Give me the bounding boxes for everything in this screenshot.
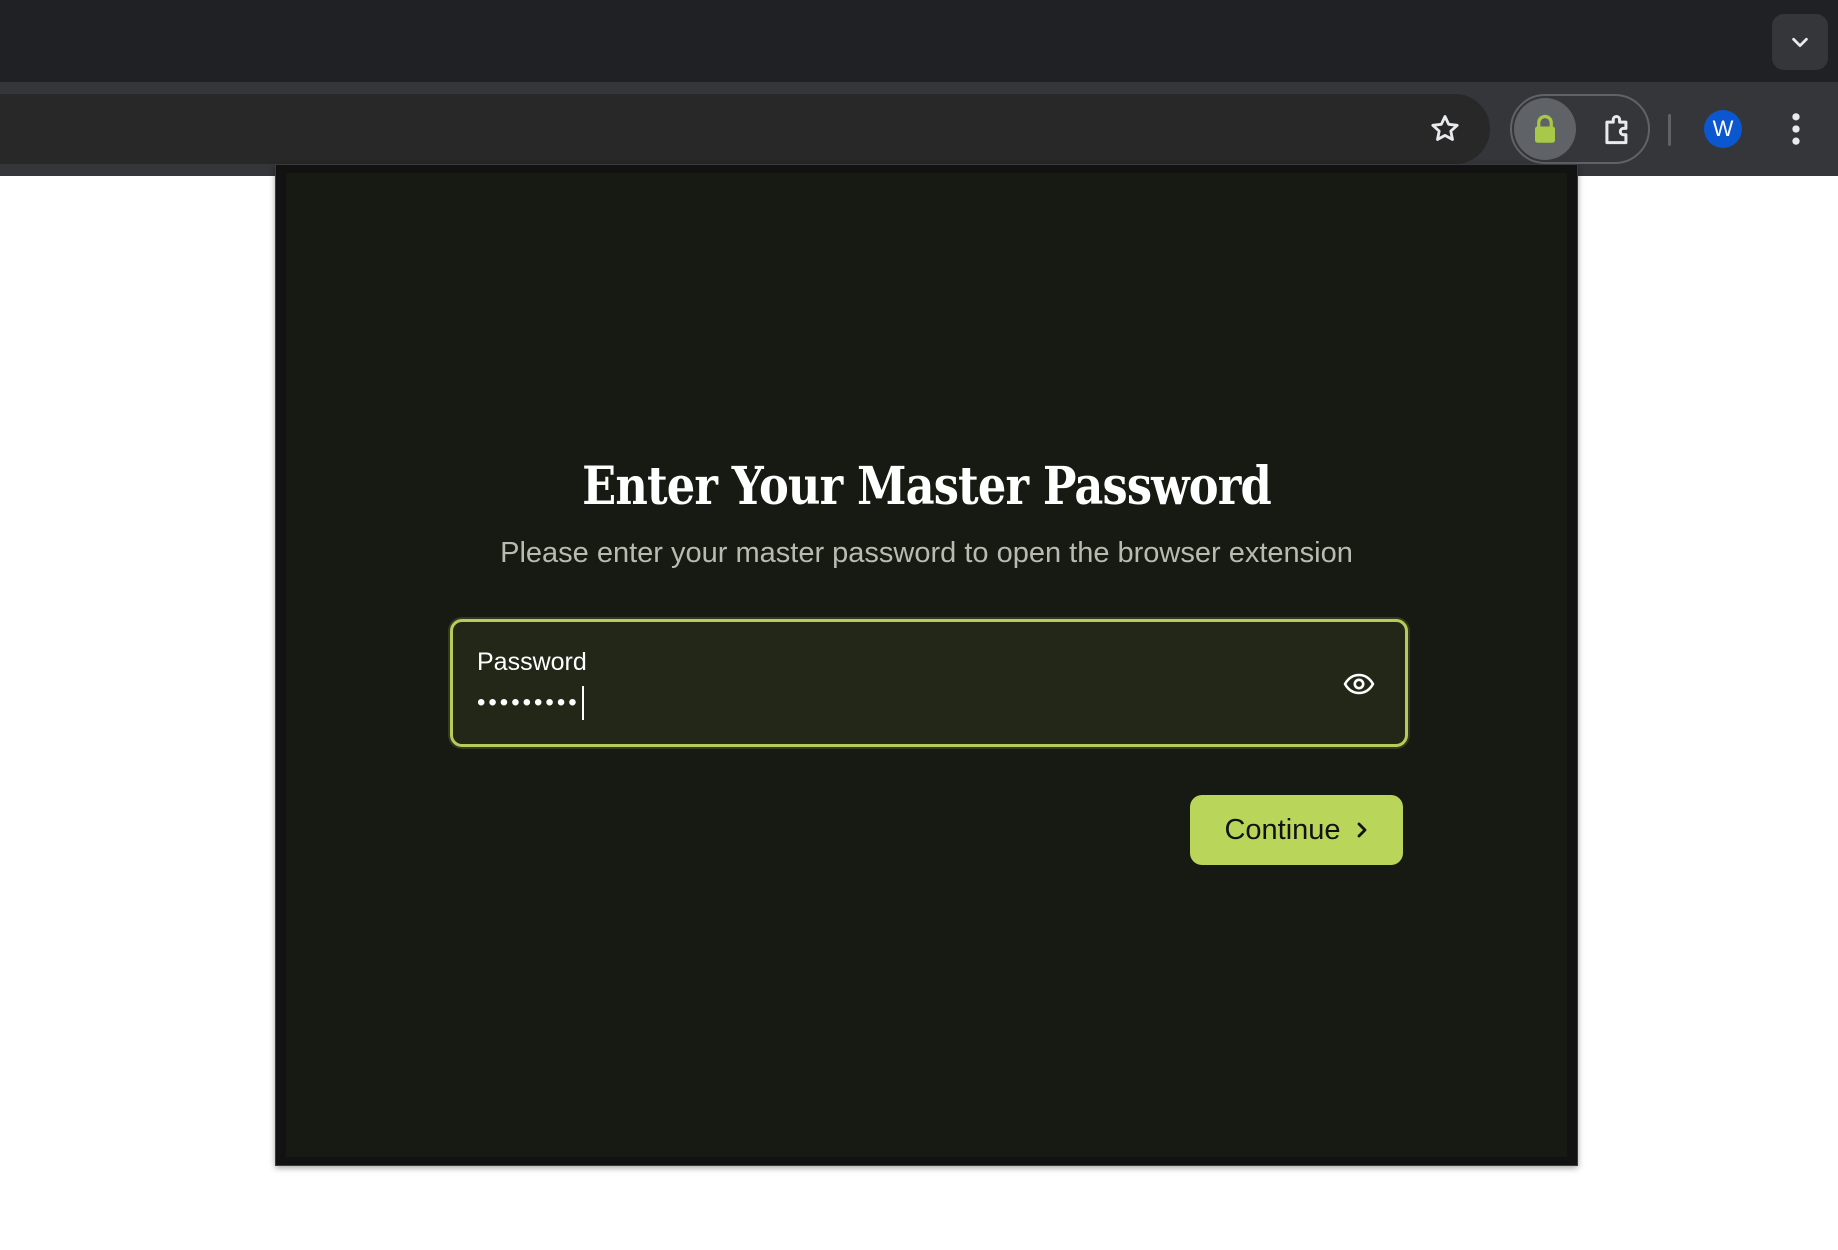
tab-search-button[interactable] [1772, 14, 1828, 70]
pinned-extension-button[interactable] [1514, 98, 1576, 160]
password-masked-value: ••••••••• [477, 689, 580, 716]
star-icon [1431, 115, 1459, 141]
password-input[interactable]: ••••••••• [477, 686, 584, 720]
toolbar-separator [1668, 114, 1671, 146]
extensions-menu-button[interactable] [1590, 102, 1646, 158]
browser-menu-button[interactable] [1776, 104, 1816, 154]
eye-icon [1343, 673, 1375, 695]
page-subtitle: Please enter your master password to ope… [500, 537, 1353, 569]
lock-icon [1535, 114, 1555, 143]
address-bar[interactable] [0, 94, 1490, 164]
bookmark-button[interactable] [1426, 110, 1464, 148]
continue-button[interactable]: Continue [1190, 795, 1403, 865]
toggle-password-visibility-button[interactable] [1341, 666, 1377, 702]
popup-content: Enter Your Master Password Please enter … [286, 173, 1567, 1157]
extension-popup: Enter Your Master Password Please enter … [275, 164, 1578, 1166]
more-vert-icon [1792, 113, 1800, 145]
chevron-right-icon [1357, 822, 1366, 838]
profile-avatar[interactable]: W [1704, 110, 1742, 148]
tab-strip [0, 0, 1838, 82]
puzzle-icon [1605, 115, 1628, 145]
extension-pill [1510, 94, 1650, 164]
browser-toolbar: W [0, 82, 1838, 176]
password-field[interactable]: Password ••••••••• [450, 619, 1408, 747]
page-title: Enter Your Master Password [582, 456, 1272, 517]
password-label: Password [477, 648, 587, 676]
text-caret [581, 686, 584, 720]
continue-button-label: Continue [1224, 813, 1341, 846]
chevron-down-icon [1792, 37, 1808, 48]
